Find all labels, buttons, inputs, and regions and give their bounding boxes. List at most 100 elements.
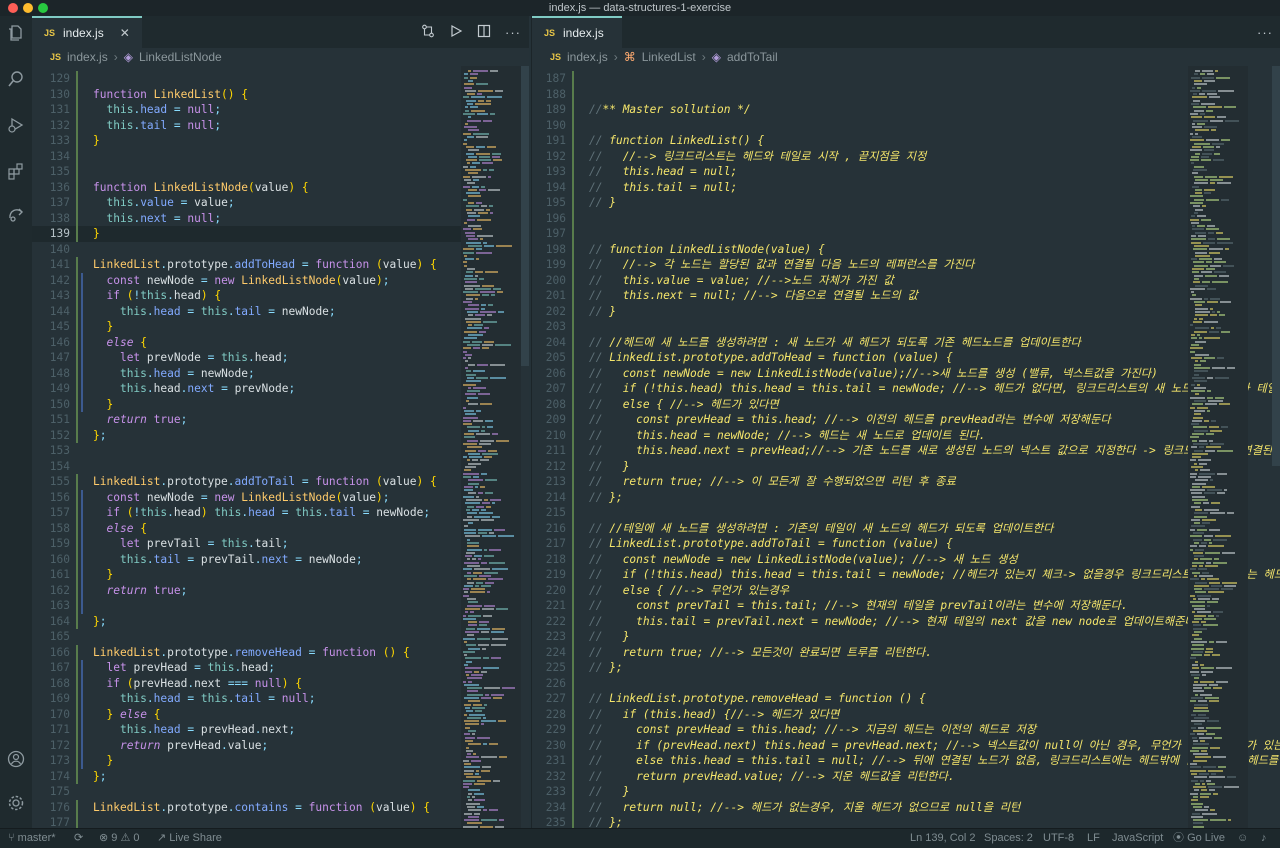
code-line[interactable]: 164}; xyxy=(32,614,529,630)
code-line[interactable]: 173 } xyxy=(32,753,529,769)
explorer-icon[interactable] xyxy=(6,24,26,44)
code-line[interactable]: 177 xyxy=(32,815,529,828)
git-change-marker[interactable] xyxy=(81,660,83,769)
breadcrumb-symbol[interactable]: LinkedListNode xyxy=(139,50,222,64)
code-line[interactable]: 226 xyxy=(532,676,1280,692)
close-icon[interactable]: ✕ xyxy=(120,26,130,40)
code-line[interactable]: 208 // else { //--> 헤드가 있다면 xyxy=(532,397,1280,413)
code-line[interactable]: 134 xyxy=(32,149,529,165)
code-line[interactable]: 202 // } xyxy=(532,304,1280,320)
bell-icon[interactable]: ♪ xyxy=(1261,829,1267,848)
code-line[interactable]: 194 // this.tail = null; xyxy=(532,180,1280,196)
code-line[interactable]: 225 // }; xyxy=(532,660,1280,676)
code-line[interactable]: 212 // } xyxy=(532,459,1280,475)
code-line[interactable]: 174}; xyxy=(32,769,529,785)
code-line[interactable]: 129 xyxy=(32,71,529,87)
code-line[interactable]: 147 let prevNode = this.head; xyxy=(32,350,529,366)
code-line[interactable]: 149 this.head.next = prevNode; xyxy=(32,381,529,397)
breadcrumb-class[interactable]: LinkedList xyxy=(642,50,696,64)
code-line[interactable]: 230 // if (prevHead.next) this.head = pre… xyxy=(532,738,1280,754)
git-change-marker[interactable] xyxy=(76,257,78,443)
code-line[interactable]: 189 //** Master sollution */ xyxy=(532,102,1280,118)
run-debug-icon[interactable] xyxy=(6,116,26,136)
code-line[interactable]: 159 let prevTail = this.tail; xyxy=(32,536,529,552)
code-line[interactable]: 137 this.value = value; xyxy=(32,195,529,211)
code-line[interactable]: 210 // this.head = newNode; //--> 헤드는 새 노… xyxy=(532,428,1280,444)
more-icon[interactable]: ··· xyxy=(1257,25,1273,40)
code-line[interactable]: 203 xyxy=(532,319,1280,335)
code-line[interactable]: 200 // this.value = value; //-->노드 자체가 가진… xyxy=(532,273,1280,289)
run-icon[interactable] xyxy=(449,24,463,41)
feedback-icon[interactable]: ☺ xyxy=(1237,829,1248,848)
code-line[interactable]: 162 return true; xyxy=(32,583,529,599)
code-line[interactable]: 136 function LinkedListNode(value) { xyxy=(32,180,529,196)
code-line[interactable]: 196 xyxy=(532,211,1280,227)
code-line[interactable]: 211 // this.head.next = prevHead;//--> 기존… xyxy=(532,443,1280,459)
git-change-marker[interactable] xyxy=(76,71,78,242)
account-icon[interactable] xyxy=(6,750,26,770)
left-minimap[interactable] xyxy=(461,66,521,828)
code-line[interactable]: 198 // function LinkedListNode(value) { xyxy=(532,242,1280,258)
code-line[interactable]: 168 if (prevHead.next === null) { xyxy=(32,676,529,692)
problems-indicator[interactable]: ⊗ 9 ⚠ 0 xyxy=(99,829,140,848)
code-line[interactable]: 214 // }; xyxy=(532,490,1280,506)
code-line[interactable]: 219 // if (!this.head) this.head = this.t… xyxy=(532,567,1280,583)
code-line[interactable]: 231 // else this.head = this.tail = null;… xyxy=(532,753,1280,769)
code-line[interactable]: 156 const newNode = new LinkedListNode(v… xyxy=(32,490,529,506)
code-line[interactable]: 151 return true; xyxy=(32,412,529,428)
tab-index-js-right[interactable]: JS index.js xyxy=(532,16,622,48)
extensions-icon[interactable] xyxy=(6,162,26,182)
code-line[interactable]: 228 // if (this.head) {//--> 헤드가 있다면 xyxy=(532,707,1280,723)
code-line[interactable]: 172 return prevHead.value; xyxy=(32,738,529,754)
code-line[interactable]: 229 // const prevHead = this.head; //--> … xyxy=(532,722,1280,738)
code-line[interactable]: 188 xyxy=(532,87,1280,103)
code-line[interactable]: 153 xyxy=(32,443,529,459)
remote-icon[interactable] xyxy=(6,206,26,226)
branch-indicator[interactable]: ⑂ master* xyxy=(8,829,56,848)
code-line[interactable]: 143 if (!this.head) { xyxy=(32,288,529,304)
code-line[interactable]: 220 // else { //--> 무언가 있는경우 xyxy=(532,583,1280,599)
code-line[interactable]: 166 LinkedList.prototype.removeHead = fun… xyxy=(32,645,529,661)
code-line[interactable]: 135 xyxy=(32,164,529,180)
code-line[interactable]: 223 // } xyxy=(532,629,1280,645)
go-live-button[interactable]: ⦿ Go Live xyxy=(1173,829,1225,848)
code-line[interactable]: 132 this.tail = null; xyxy=(32,118,529,134)
code-line[interactable]: 232 // return prevHead.value; //--> 지운 헤드… xyxy=(532,769,1280,785)
right-scrollbar[interactable] xyxy=(1272,66,1280,466)
settings-icon[interactable] xyxy=(6,794,26,814)
code-line[interactable]: 227 // LinkedList.prototype.removeHead = … xyxy=(532,691,1280,707)
split-editor-icon[interactable] xyxy=(477,24,491,41)
code-line[interactable]: 217 // LinkedList.prototype.addToTail = f… xyxy=(532,536,1280,552)
code-line[interactable]: 190 xyxy=(532,118,1280,134)
git-change-marker[interactable] xyxy=(76,799,78,828)
code-line[interactable]: 215 xyxy=(532,505,1280,521)
compare-icon[interactable] xyxy=(421,24,435,41)
sync-icon[interactable]: ⟳ xyxy=(74,829,83,848)
code-line[interactable]: 206 // const newNode = new LinkedListNode… xyxy=(532,366,1280,382)
code-line[interactable]: 163 xyxy=(32,598,529,614)
more-icon[interactable]: ··· xyxy=(505,25,521,40)
code-line[interactable]: 197 xyxy=(532,226,1280,242)
code-line[interactable]: 161 } xyxy=(32,567,529,583)
code-line[interactable]: 213 // return true; //--> 이 모든게 잘 수행되었으면 … xyxy=(532,474,1280,490)
search-icon[interactable] xyxy=(6,70,26,90)
code-line[interactable]: 141 LinkedList.prototype.addToHead = func… xyxy=(32,257,529,273)
code-line[interactable]: 170 } else { xyxy=(32,707,529,723)
code-line[interactable]: 204 // //헤드에 새 노드를 생성하려면 : 새 노드가 새 헤드가 되도… xyxy=(532,335,1280,351)
breadcrumb-method[interactable]: addToTail xyxy=(727,50,778,64)
code-line[interactable]: 152}; xyxy=(32,428,529,444)
git-change-marker[interactable] xyxy=(76,644,78,784)
code-line[interactable]: 233 // } xyxy=(532,784,1280,800)
code-line[interactable]: 222 // this.tail = prevTail.next = newNod… xyxy=(532,614,1280,630)
live-share-button[interactable]: ↗ Live Share xyxy=(157,829,222,848)
right-code-area[interactable]: 187 188 189 //** Master sollution */ 190 191 /… xyxy=(532,66,1280,828)
left-code-area[interactable]: 129 130 function LinkedList() {131 this.he… xyxy=(32,66,529,828)
code-line[interactable]: 138 this.next = null; xyxy=(32,211,529,227)
code-line[interactable]: 139} xyxy=(32,226,529,242)
tab-index-js-left[interactable]: JS index.js ✕ xyxy=(32,16,142,48)
code-line[interactable]: 201 // this.next = null; //--> 다음으로 연결될 노… xyxy=(532,288,1280,304)
code-line[interactable]: 191 // function LinkedList() { xyxy=(532,133,1280,149)
code-line[interactable]: 146 else { xyxy=(32,335,529,351)
code-line[interactable]: 157 if (!this.head) this.head = this.tai… xyxy=(32,505,529,521)
code-line[interactable]: 207 // if (!this.head) this.head = this.t… xyxy=(532,381,1280,397)
